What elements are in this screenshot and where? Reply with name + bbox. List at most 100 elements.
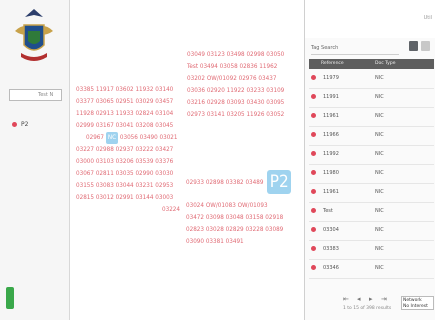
table-row[interactable]: 11979 NIC — [309, 70, 434, 89]
row-doc-type: NIC — [375, 246, 384, 252]
tag-group[interactable]: 02967 — [86, 134, 104, 141]
grid-view-icon[interactable] — [421, 41, 430, 51]
row-reference: 11979 — [323, 75, 339, 81]
tag-line[interactable]: 02999 03167 03041 03208 03045 — [76, 120, 180, 132]
row-doc-type: NIC — [375, 170, 384, 176]
row-reference: 03346 — [323, 265, 339, 271]
tag-line[interactable]: 03472 03098 03048 03158 02918 — [186, 212, 283, 224]
red-dot-icon — [311, 151, 316, 156]
row-reference: 11980 — [323, 170, 339, 176]
red-dot-icon — [311, 208, 316, 213]
search-input[interactable]: Test N — [9, 89, 62, 101]
list-view-icon[interactable] — [409, 41, 418, 51]
red-dot-icon — [311, 189, 316, 194]
row-doc-type: NIC — [375, 265, 384, 271]
left-sidebar: Test N P2 — [0, 0, 70, 320]
tag-line[interactable]: 03036 02920 11922 03233 03109 — [187, 85, 284, 97]
row-reference: Test — [323, 208, 333, 214]
feedback-tab[interactable] — [6, 287, 14, 309]
red-dot-icon — [311, 170, 316, 175]
tag-line[interactable]: 03024 OW/01083 OW/01093 — [186, 200, 283, 212]
table-row[interactable]: 03304 NIC — [309, 222, 434, 241]
tag-line[interactable]: 03385 11917 03602 11932 03140 — [76, 84, 180, 96]
row-reference: 03383 — [323, 246, 339, 252]
table-row[interactable]: 11961 NIC — [309, 184, 434, 203]
select-value: No Interest — [403, 304, 428, 309]
row-reference: 11961 — [323, 189, 339, 195]
tag-line[interactable]: 03227 02988 02937 03222 03427 — [76, 144, 180, 156]
tag-line[interactable]: 02973 03141 03205 11926 03052 — [187, 109, 284, 121]
row-doc-type: NIC — [375, 189, 384, 195]
table-row[interactable]: 03346 NIC — [309, 260, 434, 279]
row-doc-type: NIC — [375, 151, 384, 157]
sidebar-item-p2[interactable]: P2 — [12, 121, 28, 128]
row-doc-type: NIC — [375, 208, 384, 214]
row-reference: 11992 — [323, 151, 339, 157]
search-suffix: N — [49, 92, 54, 98]
tag-cloud-block-2: 03049 03123 03498 02998 03050 Test 03494… — [187, 49, 284, 121]
next-page-icon[interactable]: ▸ — [369, 295, 373, 303]
network-select[interactable]: Network No Interest — [401, 296, 434, 310]
red-dot-icon — [311, 113, 316, 118]
tag-line[interactable]: 03049 03123 03498 02998 03050 — [187, 49, 284, 61]
tag-line[interactable]: 11928 02913 11933 02824 03104 — [76, 108, 180, 120]
red-dot-icon — [12, 122, 17, 127]
sidebar-item-label: P2 — [21, 121, 29, 128]
table-row[interactable]: 03383 NIC — [309, 241, 434, 260]
row-doc-type: NIC — [375, 132, 384, 138]
page-info: 1 to 15 of 398 results — [343, 306, 392, 311]
crest-logo — [15, 9, 53, 61]
row-doc-type: NIC — [375, 227, 384, 233]
first-page-icon[interactable]: ⇤ — [343, 295, 349, 303]
table-row[interactable]: Test NIC — [309, 203, 434, 222]
tag-group[interactable]: 02933 02898 03382 03489 — [186, 179, 263, 186]
tag-cloud-block-4: 03024 OW/01083 OW/01093 03472 03098 0304… — [186, 200, 283, 248]
red-dot-icon — [311, 75, 316, 80]
tag-line[interactable]: 03224 — [76, 204, 180, 216]
tag-cloud: 03385 11917 03602 11932 03140 03377 0306… — [76, 40, 304, 300]
tag-group[interactable]: 03056 03490 03021 — [120, 134, 178, 141]
tag-cloud-block-1: 03385 11917 03602 11932 03140 03377 0306… — [76, 84, 180, 216]
red-dot-icon — [311, 132, 316, 137]
pagination: ⇤ ◂ ▸ ⇥ 1 to 15 of 398 results Network N… — [305, 292, 435, 320]
table-row[interactable]: 11961 NIC — [309, 108, 434, 127]
tag-chip-p2[interactable]: P2 — [267, 170, 292, 194]
row-doc-type: NIC — [375, 94, 384, 100]
last-page-icon[interactable]: ⇥ — [381, 295, 387, 303]
tag-line[interactable]: 03377 03065 02951 03029 03457 — [76, 96, 180, 108]
panel-header: Util — [305, 0, 435, 38]
search-value: Test — [38, 92, 48, 98]
tag-line[interactable]: 02823 03028 02829 03228 03089 — [186, 224, 283, 236]
column-header-doc-type[interactable]: Doc Type — [375, 59, 395, 69]
column-header-reference[interactable]: Reference — [321, 59, 344, 69]
row-reference: 11961 — [323, 113, 339, 119]
tag-search-label: Tag Search — [311, 45, 339, 51]
table-row[interactable]: 11980 NIC — [309, 165, 434, 184]
tag-line[interactable]: 03155 03083 03044 03231 02953 — [76, 180, 180, 192]
row-reference: 03304 — [323, 227, 339, 233]
row-doc-type: NIC — [375, 75, 384, 81]
tag-line[interactable]: 03000 03103 03206 03539 03376 — [76, 156, 180, 168]
tag-line[interactable]: 03202 OW/01092 02976 03437 — [187, 73, 284, 85]
table-row[interactable]: 11991 NIC — [309, 89, 434, 108]
red-dot-icon — [311, 94, 316, 99]
red-dot-icon — [311, 246, 316, 251]
row-reference: 11966 — [323, 132, 339, 138]
tag-line: 02967 NC 03056 03490 03021 — [76, 132, 180, 144]
tag-search-input[interactable]: Tag Search — [311, 42, 399, 55]
table-header: Reference Doc Type — [309, 59, 434, 69]
tag-line[interactable]: 03067 02811 03035 02990 03030 — [76, 168, 180, 180]
prev-page-icon[interactable]: ◂ — [357, 295, 361, 303]
table-row[interactable]: 11966 NIC — [309, 127, 434, 146]
tag-line[interactable]: 02815 03012 02991 03144 03003 — [76, 192, 180, 204]
row-doc-type: NIC — [375, 113, 384, 119]
tag-line[interactable]: Test 03494 03058 02836 11962 — [187, 61, 284, 73]
tag-line[interactable]: 03090 03381 03491 — [186, 236, 283, 248]
row-reference: 11991 — [323, 94, 339, 100]
table-row[interactable]: 11992 NIC — [309, 146, 434, 165]
util-label[interactable]: Util — [424, 15, 432, 21]
tag-line[interactable]: 03216 02928 03093 03430 03095 — [187, 97, 284, 109]
results-panel: Util Tag Search Reference Doc Type 11979… — [304, 0, 435, 320]
tag-chip-nc[interactable]: NC — [105, 132, 119, 144]
tag-cloud-block-3: 02933 02898 03382 03489 P2 — [186, 170, 292, 194]
